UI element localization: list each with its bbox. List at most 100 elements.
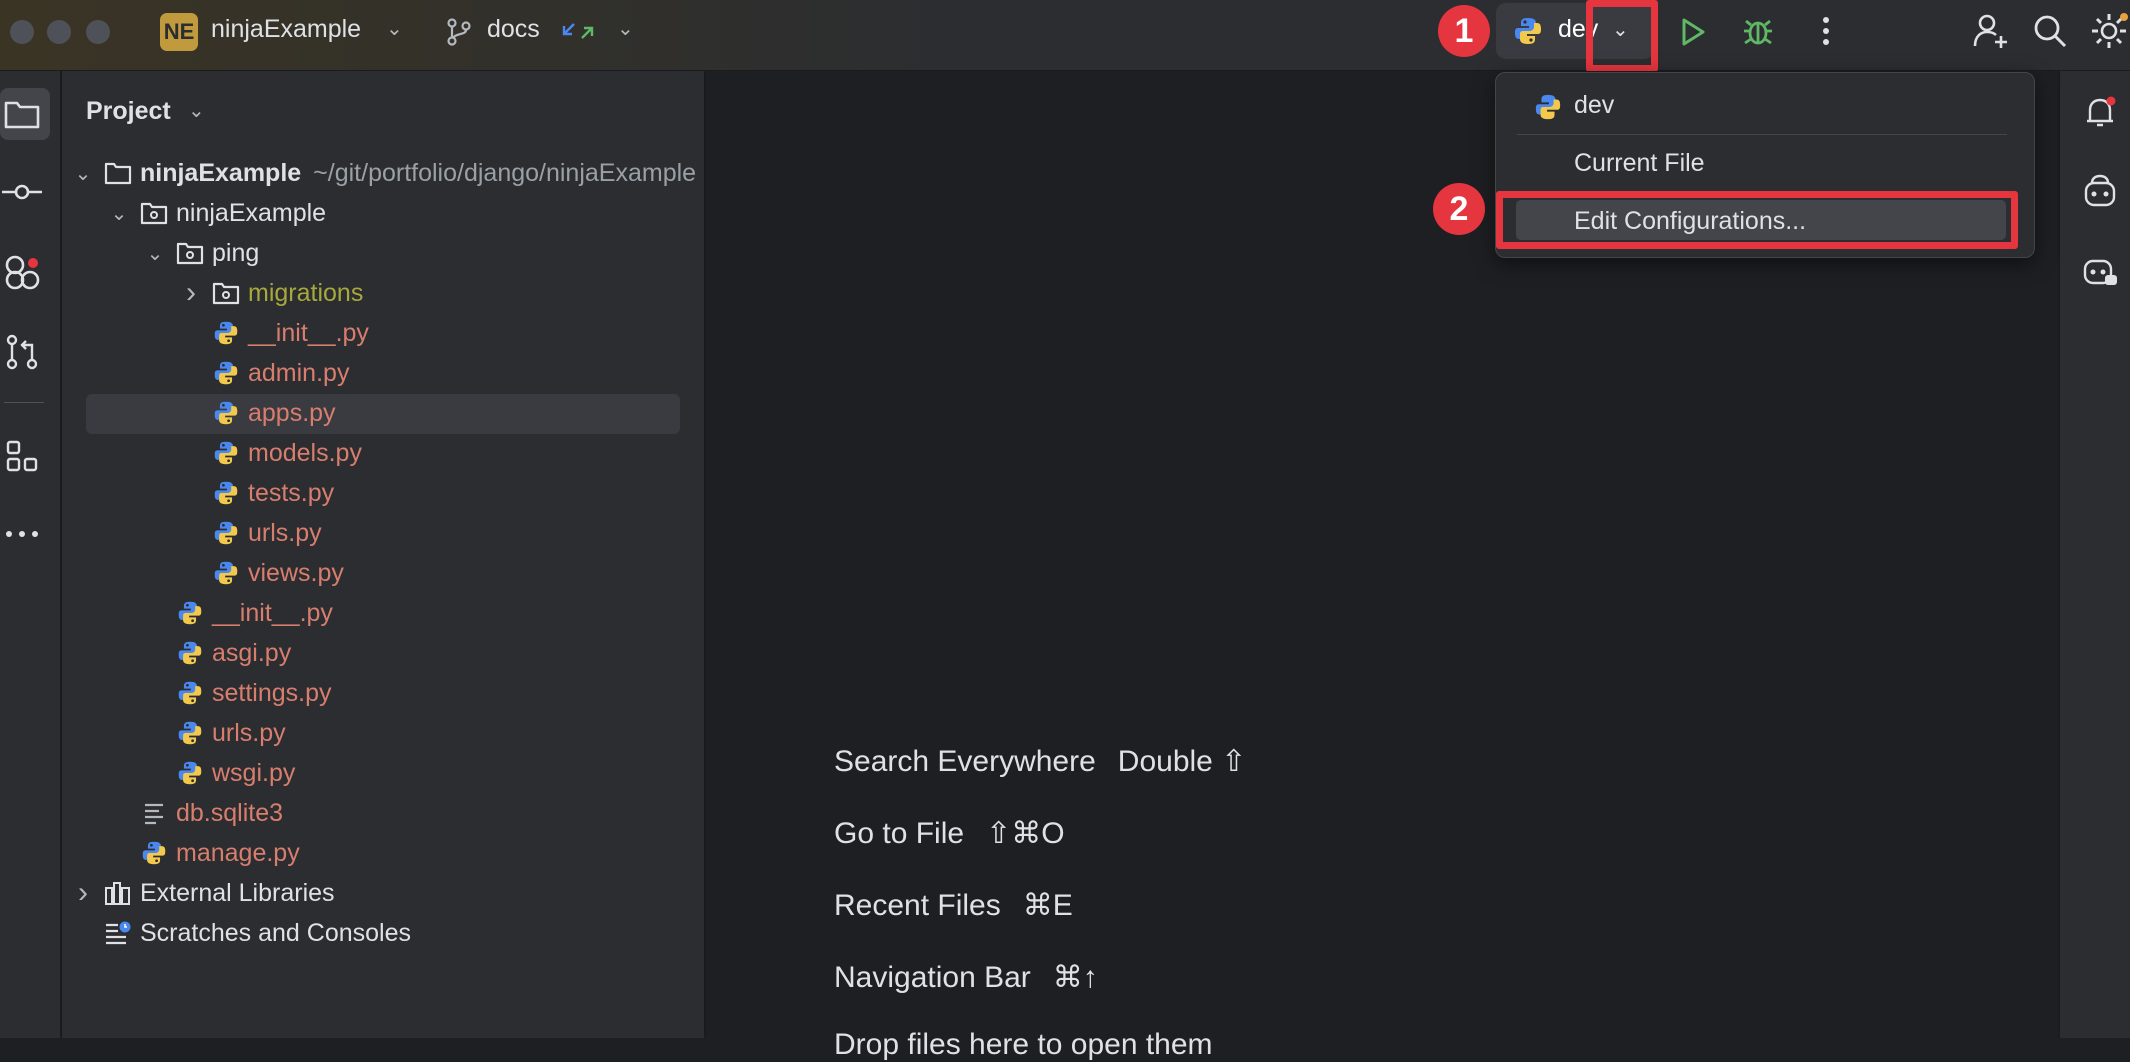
tree-item[interactable]: ⌄ ping [142,234,260,272]
python-file-icon [176,759,204,787]
dropdown-item-current-file[interactable]: Current File [1574,149,1705,178]
editor-hint: Recent Files ⌘E [834,888,1073,923]
tree-item[interactable]: asgi.py [142,634,291,672]
commit-icon[interactable] [2,172,42,212]
python-file-icon [212,559,240,587]
tree-item-label: settings.py [212,678,332,707]
python-icon [1512,15,1544,47]
tree-item-label: wsgi.py [212,758,296,787]
project-badge[interactable]: NE [160,13,198,51]
tree-item[interactable]: manage.py [106,834,300,872]
dropdown-separator [1517,134,2007,135]
tree-item[interactable]: ⌄ ninjaExample ~/git/portfolio/django/ninj… [70,154,704,192]
left-tool-strip [0,71,62,1038]
chevron-right-icon[interactable]: › [70,876,96,910]
python-file-icon [212,359,240,387]
window-minimize-button[interactable] [47,20,71,44]
tree-item-label: asgi.py [212,638,292,667]
tree-item-label: __init__.py [212,598,333,627]
tree-item[interactable]: apps.py [178,394,336,432]
tree-item[interactable]: admin.py [178,354,349,392]
tree-item-label: __init__.py [248,318,369,347]
tree-selection-highlight [86,394,680,434]
notifications-bell-icon[interactable] [2080,92,2120,132]
chevron-down-icon[interactable]: ⌄ [142,241,168,266]
tree-item[interactable]: __init__.py [178,314,369,352]
plugin-icon[interactable] [2,252,42,292]
pull-requests-icon[interactable] [2,332,42,372]
window-close-button[interactable] [10,20,34,44]
tree-item-label: External Libraries [140,878,335,907]
python-file-icon [212,519,240,547]
editor-hint: Navigation Bar ⌘↑ [834,960,1098,995]
editor-hint: Drop files here to open them [834,1028,1235,1062]
python-file-icon [176,599,204,627]
search-icon[interactable] [2030,11,2070,51]
tree-item[interactable]: Scratches and Consoles [70,914,411,952]
editor-hint: Go to File ⇧⌘O [834,816,1065,851]
tree-item[interactable]: ⌄ ninjaExample [106,194,326,232]
tree-item-label: urls.py [212,718,286,747]
tree-item[interactable]: › External Libraries [70,874,335,912]
folder-icon [104,159,132,187]
hint-action: Recent Files [834,889,1001,922]
dropdown-item-dev[interactable]: dev [1574,91,1614,120]
ai-assistant-icon[interactable] [2080,171,2120,211]
settings-gear-icon[interactable] [2088,10,2130,52]
tree-item[interactable]: › migrations [178,274,363,312]
tree-item-label: urls.py [248,518,322,547]
tree-item-label: admin.py [248,358,350,387]
package-folder-icon [176,239,204,267]
tool-strip-separator [4,402,44,403]
branch-icon [444,15,474,49]
project-chevron-down-icon[interactable]: ⌄ [386,16,403,41]
tree-item[interactable]: views.py [178,554,344,592]
hint-shortcut: ⌘E [1022,889,1073,922]
package-folder-icon [212,279,240,307]
tree-item-label: models.py [248,438,362,467]
tree-item[interactable]: settings.py [142,674,332,712]
tree-item-label: Scratches and Consoles [140,918,411,947]
hint-action: Go to File [834,817,965,850]
text-file-icon [140,799,168,827]
chevron-down-icon[interactable]: ⌄ [70,161,96,186]
structure-icon[interactable] [2,436,42,476]
window-zoom-button[interactable] [86,20,110,44]
more-tools-icon[interactable] [2,514,42,554]
tree-item[interactable]: urls.py [178,514,322,552]
folder-icon[interactable] [2,94,42,134]
panel-title[interactable]: Project [86,97,171,126]
python-file-icon [212,399,240,427]
tree-item[interactable]: wsgi.py [142,754,295,792]
python-file-icon [212,319,240,347]
chevron-down-icon[interactable]: ⌄ [106,201,132,226]
project-name[interactable]: ninjaExample [211,15,361,44]
python-file-icon [176,719,204,747]
run-icon[interactable] [1672,12,1712,52]
chevron-right-icon[interactable]: › [178,276,204,310]
branch-chevron-down-icon[interactable]: ⌄ [617,16,634,41]
add-user-icon[interactable] [1970,10,2012,52]
more-vertical-icon[interactable] [1810,11,1842,51]
branch-name[interactable]: docs [487,15,540,44]
scratches-icon [104,919,132,947]
highlight-run-dropdown [1586,0,1658,72]
hint-action: Drop files here to open them [834,1028,1213,1061]
tree-item-label: apps.py [248,398,336,427]
tree-item[interactable]: urls.py [142,714,286,752]
tree-item[interactable]: models.py [178,434,362,472]
tree-item[interactable]: __init__.py [142,594,333,632]
python-file-icon [176,639,204,667]
python-file-icon [212,479,240,507]
tree-item[interactable]: db.sqlite3 [106,794,283,832]
copilot-chat-icon[interactable] [2080,251,2120,291]
hint-shortcut: ⇧⌘O [986,817,1065,850]
tree-item-label: db.sqlite3 [176,798,284,827]
panel-title-chevron-down-icon[interactable]: ⌄ [188,98,205,123]
tree-item-path: ~/git/portfolio/django/ninjaExample [313,158,697,187]
tree-item-label: ninjaExample [176,198,327,227]
debug-icon[interactable] [1738,11,1778,51]
hint-shortcut: Double ⇧ [1117,745,1247,778]
highlight-edit-configurations [1496,191,2018,249]
tree-item[interactable]: tests.py [178,474,334,512]
